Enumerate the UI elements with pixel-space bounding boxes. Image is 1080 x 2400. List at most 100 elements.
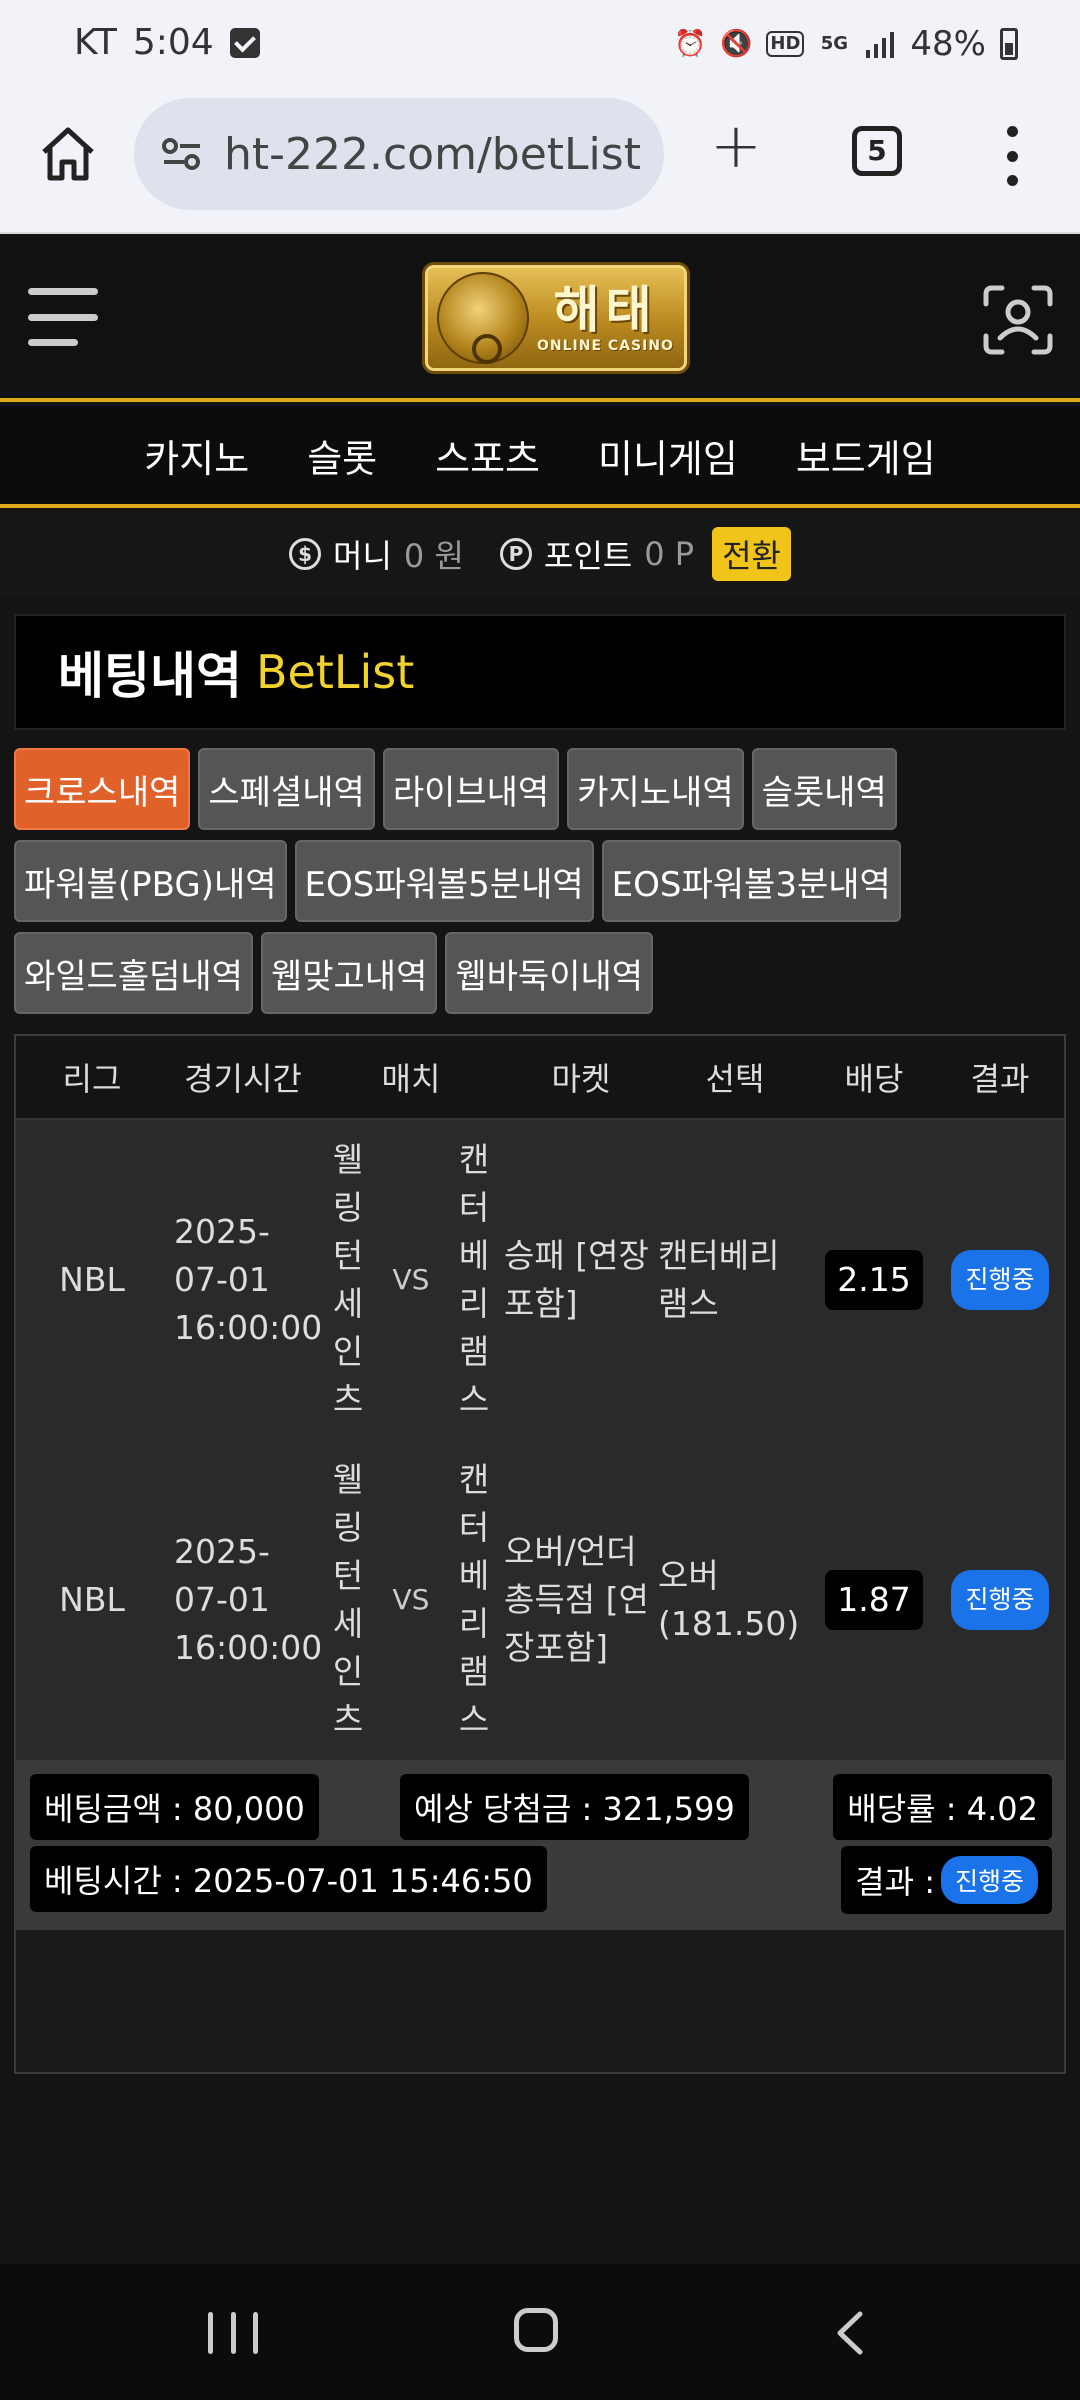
category-nav: 카지노 슬롯 스포츠 미니게임 보드게임	[0, 406, 1080, 508]
carrier-label: KT	[74, 22, 117, 63]
site-logo[interactable]: 해태 ONLINE CASINO	[422, 262, 690, 374]
result-cell: 진행중	[936, 1570, 1064, 1630]
point-label: 포인트	[543, 537, 633, 575]
page-title: 베팅내역 BetList	[14, 614, 1066, 730]
balance-bar: $ 머니 0 원 P 포인트 0 P 전환	[0, 512, 1080, 596]
vs-label: VS	[392, 1583, 430, 1616]
site-header: 해태 ONLINE CASINO	[0, 236, 1080, 402]
summary-result-label: 결과 :	[855, 1863, 935, 1901]
history-tabs: 크로스내역 스페셜내역 라이브내역 카지노내역 슬롯내역 파워볼(PBG)내역 …	[14, 748, 1066, 1014]
market-cell: 오버/언더 총득점 [연장포함]	[504, 1532, 649, 1667]
main-content: 베팅내역 BetList 크로스내역 스페셜내역 라이브내역 카지노내역 슬롯내…	[14, 614, 1066, 2074]
away-team: 캔터베리램스	[458, 1460, 490, 1739]
url-bar[interactable]: ht-222.com/betList	[134, 98, 664, 210]
network-type-icon: 5G	[820, 33, 849, 54]
convert-button[interactable]: 전환	[712, 527, 791, 581]
time-clock: 16:00:00	[174, 1308, 323, 1347]
point-coin-icon: P	[499, 538, 532, 570]
logo-title: 해태	[553, 281, 658, 339]
new-tab-button[interactable]: +	[708, 115, 764, 177]
nav-item-boardgame[interactable]: 보드게임	[796, 428, 936, 483]
bet-time: 베팅시간 : 2025-07-01 15:46:50	[30, 1846, 547, 1912]
page-title-en: BetList	[256, 645, 415, 699]
time-date: 2025-07-01	[174, 1212, 270, 1299]
col-header-result: 결과	[970, 1060, 1030, 1098]
tab-slot[interactable]: 슬롯내역	[751, 748, 897, 830]
tab-casino[interactable]: 카지노내역	[567, 748, 744, 830]
bet-summary: 베팅금액 : 80,000 예상 당첨금 : 321,599 배당률 : 4.0…	[16, 1760, 1064, 1930]
tab-eos-powerball-5[interactable]: EOS파워볼5분내역	[294, 840, 594, 922]
back-button[interactable]	[828, 2310, 874, 2356]
table-header: 리그 경기시간 매치 마켓 선택 배당 결과	[16, 1036, 1064, 1120]
tab-wild-holdem[interactable]: 와일드홀덤내역	[14, 932, 253, 1014]
nav-item-minigame[interactable]: 미니게임	[598, 428, 738, 483]
battery-percent: 48%	[910, 24, 986, 64]
expected-win: 예상 당첨금 : 321,599	[400, 1774, 749, 1840]
table-row: NBL 2025-07-01 16:00:00 웰링턴세인츠 VS 캔터베리램스…	[16, 1440, 1064, 1760]
bet-history-table: 리그 경기시간 매치 마켓 선택 배당 결과 NBL 2025-07-01 16…	[14, 1034, 1066, 2074]
nav-item-casino[interactable]: 카지노	[144, 428, 249, 483]
status-bar: KT 5:04 ⏰ 🔇 HD 5G 48%	[0, 0, 1080, 92]
nav-item-slot[interactable]: 슬롯	[307, 428, 377, 483]
result-cell: 진행중	[936, 1250, 1064, 1310]
tab-eos-powerball-3[interactable]: EOS파워볼3분내역	[601, 840, 901, 922]
col-header-match: 매치	[381, 1060, 441, 1098]
mute-icon: 🔇	[720, 29, 753, 59]
money-coin-icon: $	[289, 538, 322, 570]
summary-result: 결과 : 진행중	[841, 1846, 1052, 1914]
tab-live[interactable]: 라이브내역	[382, 748, 560, 830]
match-cell: 웰링턴세인츠 VS 캔터베리램스	[318, 1136, 504, 1424]
home-team: 웰링턴세인츠	[332, 1460, 364, 1739]
table-body: NBL 2025-07-01 16:00:00 웰링턴세인츠 VS 캔터베리램스…	[16, 1120, 1064, 1760]
col-header-odds: 배당	[844, 1060, 904, 1098]
vs-label: VS	[392, 1263, 430, 1296]
col-header-pick: 선택	[705, 1060, 765, 1098]
league-cell: NBL	[59, 1580, 125, 1619]
status-right: ⏰ 🔇 HD 5G 48%	[674, 24, 1018, 64]
tab-web-baduki[interactable]: 웹바둑이내역	[445, 932, 654, 1014]
home-icon[interactable]	[36, 122, 100, 186]
tab-switcher-button[interactable]: 5	[852, 126, 902, 176]
market-cell: 승패 [연장포함]	[504, 1236, 649, 1323]
status-badge: 진행중	[951, 1570, 1049, 1630]
time-cell: 2025-07-01 16:00:00	[168, 1528, 323, 1672]
time-date: 2025-07-01	[174, 1532, 270, 1619]
odds-rate: 배당률 : 4.02	[833, 1774, 1052, 1840]
tab-web-matgo[interactable]: 웹맞고내역	[260, 932, 438, 1014]
tab-cross[interactable]: 크로스내역	[14, 748, 191, 830]
logo-subtitle: ONLINE CASINO	[537, 338, 674, 354]
odds-cell: 1.87	[812, 1570, 936, 1630]
home-team: 웰링턴세인츠	[332, 1140, 364, 1419]
odds-value: 1.87	[825, 1570, 923, 1630]
status-left: KT 5:04	[74, 22, 260, 63]
user-profile-icon[interactable]	[982, 284, 1054, 356]
hd-icon: HD	[766, 31, 805, 57]
home-button[interactable]	[514, 2308, 558, 2352]
col-header-time: 경기시간	[184, 1060, 302, 1098]
url-text[interactable]: ht-222.com/betList	[224, 129, 641, 180]
time-clock: 16:00:00	[174, 1628, 323, 1667]
recent-apps-button[interactable]	[208, 2312, 258, 2354]
time-cell: 2025-07-01 16:00:00	[168, 1208, 323, 1352]
odds-cell: 2.15	[812, 1250, 936, 1310]
more-menu-icon[interactable]	[1000, 126, 1024, 186]
table-row: NBL 2025-07-01 16:00:00 웰링턴세인츠 VS 캔터베리램스…	[16, 1120, 1064, 1440]
pick-cell: 오버 (181.50)	[658, 1556, 800, 1643]
hamburger-menu-icon[interactable]	[28, 288, 98, 346]
odds-value: 2.15	[825, 1250, 923, 1310]
system-nav-bar	[0, 2264, 1080, 2400]
clock: 5:04	[132, 22, 214, 63]
col-header-league: 리그	[62, 1060, 122, 1098]
status-badge: 진행중	[951, 1250, 1049, 1310]
pick-cell: 캔터베리램스	[658, 1236, 780, 1323]
browser-toolbar: ht-222.com/betList + 5	[0, 92, 1080, 234]
nav-item-sports[interactable]: 스포츠	[435, 428, 540, 483]
signal-icon	[864, 28, 896, 60]
tab-powerball-pbg[interactable]: 파워볼(PBG)내역	[14, 840, 287, 922]
site-settings-icon[interactable]	[160, 132, 204, 176]
match-cell: 웰링턴세인츠 VS 캔터베리램스	[318, 1456, 504, 1744]
tab-special[interactable]: 스페셜내역	[198, 748, 375, 830]
away-team: 캔터베리램스	[458, 1140, 490, 1419]
money-label: 머니	[333, 537, 392, 575]
money-value: 0 원	[403, 537, 464, 575]
